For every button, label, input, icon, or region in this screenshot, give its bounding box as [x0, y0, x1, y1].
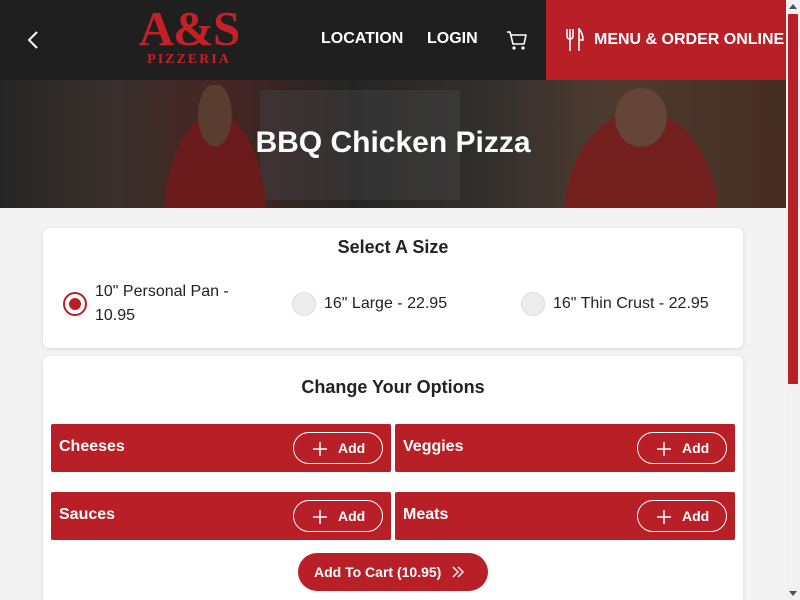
- add-meats-button[interactable]: Add: [637, 500, 727, 532]
- add-cheeses-button[interactable]: Add: [293, 432, 383, 464]
- add-button-label: Add: [338, 508, 366, 524]
- double-chevron-right-icon: [452, 566, 464, 578]
- add-to-cart-button[interactable]: Add To Cart (10.95): [298, 553, 488, 591]
- size-option-personal-pan[interactable]: 10" Personal Pan - 10.95: [63, 280, 263, 330]
- plus-icon: [657, 442, 671, 456]
- size-option-large[interactable]: 16" Large - 22.95: [292, 292, 492, 318]
- option-group-meats: Meats Add: [395, 492, 735, 540]
- size-option-label: 16" Large - 22.95: [324, 295, 448, 312]
- radio-selected-icon[interactable]: [63, 292, 87, 316]
- add-button-label: Add: [682, 508, 710, 524]
- size-section-title: Select A Size: [337, 237, 449, 257]
- size-option-label: 10" Personal Pan - 10.95: [95, 283, 229, 324]
- size-option-thin-crust[interactable]: 16" Thin Crust - 22.95: [521, 292, 731, 318]
- options-card: Change Your Options Cheeses Add Veggies …: [43, 356, 743, 600]
- option-group-label: Meats: [403, 506, 449, 523]
- add-to-cart-label: Add To Cart (10.95): [314, 564, 442, 580]
- site-header: A&S PIZZERIA LOCATION LOGIN MENU & ORDER…: [0, 0, 786, 80]
- menu-order-online-label: MENU & ORDER ONLINE: [594, 31, 785, 48]
- chevron-left-icon[interactable]: [20, 27, 46, 53]
- page-scrollbar[interactable]: [786, 0, 800, 600]
- add-sauces-button[interactable]: Add: [293, 500, 383, 532]
- nav-login-link[interactable]: LOGIN: [427, 30, 478, 48]
- add-veggies-button[interactable]: Add: [637, 432, 727, 464]
- scroll-down-arrow-icon[interactable]: [789, 591, 797, 596]
- option-group-cheeses: Cheeses Add: [51, 424, 391, 472]
- options-section-title: Change Your Options: [301, 377, 485, 397]
- option-group-label: Sauces: [59, 506, 116, 523]
- option-group-sauces: Sauces Add: [51, 492, 391, 540]
- logo[interactable]: A&S PIZZERIA: [134, 1, 244, 72]
- fork-knife-icon: [566, 28, 584, 51]
- option-group-label: Cheeses: [59, 438, 125, 455]
- add-button-label: Add: [338, 440, 366, 456]
- logo-main-text: A&S: [138, 1, 240, 56]
- add-button-label: Add: [682, 440, 710, 456]
- size-selection-card: Select A Size 10" Personal Pan - 10.95 1…: [43, 228, 743, 348]
- nav-location-link[interactable]: LOCATION: [321, 30, 403, 48]
- logo-sub-text: PIZZERIA: [147, 52, 231, 67]
- scroll-up-arrow-icon[interactable]: [789, 4, 797, 9]
- page-title: BBQ Chicken Pizza: [255, 126, 531, 159]
- option-group-label: Veggies: [403, 438, 464, 455]
- hero-banner: BBQ Chicken Pizza: [0, 80, 786, 208]
- menu-order-online-button[interactable]: MENU & ORDER ONLINE: [546, 0, 786, 80]
- plus-icon: [313, 442, 327, 456]
- option-group-veggies: Veggies Add: [395, 424, 735, 472]
- plus-icon: [657, 510, 671, 524]
- plus-icon: [313, 510, 327, 524]
- radio-unselected-icon[interactable]: [521, 292, 545, 316]
- cart-icon[interactable]: [505, 28, 529, 52]
- size-option-label: 16" Thin Crust - 22.95: [553, 295, 709, 312]
- radio-unselected-icon[interactable]: [292, 292, 316, 316]
- scrollbar-thumb[interactable]: [788, 14, 798, 384]
